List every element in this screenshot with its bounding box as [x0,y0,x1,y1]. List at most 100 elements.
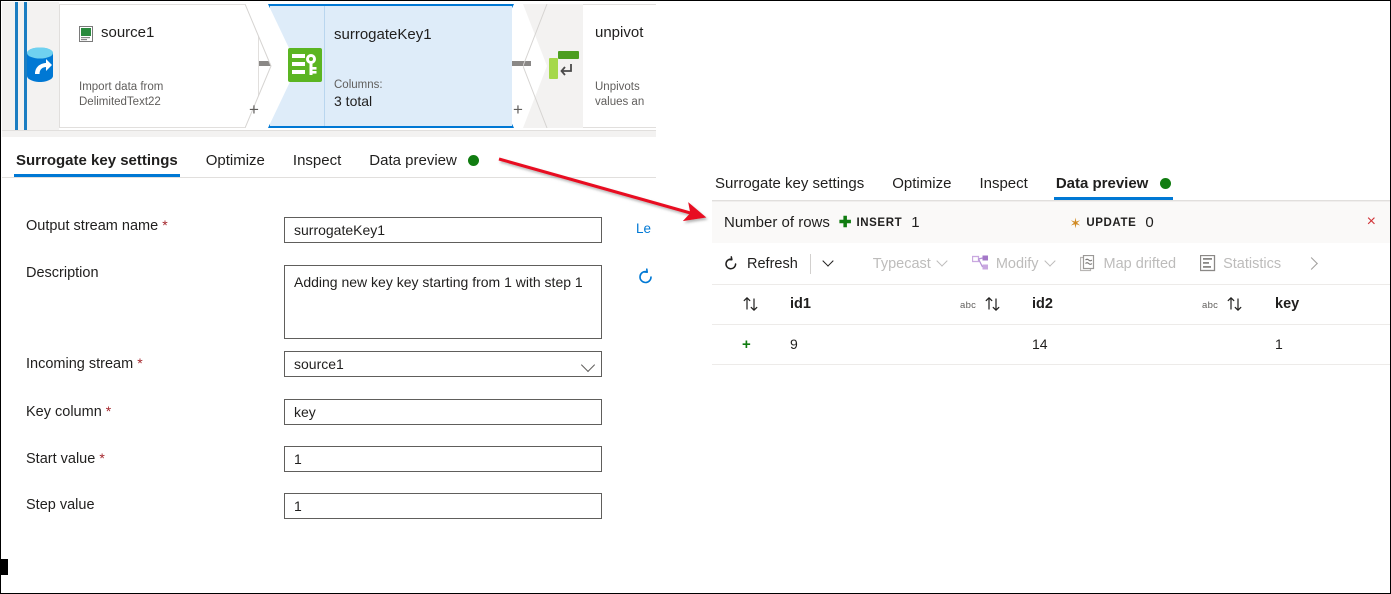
canvas-node-surrogatekey1[interactable]: surrogateKey1 Columns: 3 total + [268,4,523,128]
asterisk-icon: ✶ [1069,214,1082,231]
azure-data-factory-icon [24,46,56,84]
modify-button[interactable]: Modify [962,254,1064,272]
sort-icon[interactable] [1226,295,1244,313]
data-preview-toolbar: Refresh Typecast Modify Map drifted Stat… [712,243,1390,285]
tab-optimize[interactable]: Optimize [192,152,279,177]
node-desc-line1: Import data from [79,81,164,93]
tab-surrogate-key-settings[interactable]: Surrogate key settings [2,152,192,177]
data-preview-grid: id1 abc id2 abc key + 9 14 1 [712,285,1390,365]
toolbar-divider [809,253,811,274]
table-row[interactable]: + 9 14 1 [712,325,1390,365]
node-sub-value: 3 total [334,93,373,109]
map-drifted-button[interactable]: Map drifted [1070,254,1187,273]
incoming-stream-select[interactable] [284,351,602,377]
node-title: surrogateKey1 [334,26,432,43]
row-insert-marker: + [742,336,751,353]
add-node-button-1[interactable]: + [249,100,259,120]
map-drifted-icon [1079,254,1097,273]
label-text: Key column [26,404,102,420]
map-drifted-label: Map drifted [1103,255,1177,272]
label-text: Incoming stream [26,356,134,372]
learn-more-link[interactable]: Le [636,221,651,236]
left-tabs-divider [2,177,656,178]
modify-icon [971,255,989,272]
tab-label: Optimize [205,152,265,169]
refresh-icon[interactable] [636,267,656,287]
column-type-tag-key: abc [1202,300,1219,311]
label-output-stream-name: Output stream name * [26,217,168,234]
close-icon[interactable]: × [1367,214,1376,230]
tab-surrogate-key-settings[interactable]: Surrogate key settings [701,175,878,200]
number-of-rows-label: Number of rows [724,214,830,231]
node-title: source1 [101,24,155,41]
label-key-column: Key column * [26,403,111,420]
cell-id2: 14 [1032,336,1048,352]
required-marker: * [105,403,112,419]
toolbar-overflow-button[interactable] [1297,257,1326,270]
tab-data-preview[interactable]: Data preview [355,152,493,177]
surrogate-key-icon [288,48,322,82]
step-value-input[interactable] [284,493,602,519]
chevron-down-icon [936,254,948,267]
description-textarea[interactable] [284,265,602,339]
tab-label: Inspect [292,152,342,169]
update-count: 0 [1145,214,1154,231]
data-preview-status-dot [1159,177,1171,189]
statistics-button[interactable]: Statistics [1190,255,1291,272]
chevron-down-icon [1043,254,1056,267]
add-node-button-2[interactable]: + [513,100,523,120]
label-text: Step value [26,497,95,513]
tab-optimize[interactable]: Optimize [878,175,965,200]
sort-icon[interactable] [984,295,1002,313]
tab-label: Data preview [1055,175,1149,192]
right-panel-tabs: Surrogate key settings Optimize Inspect … [701,160,1390,200]
modify-label: Modify [995,255,1039,272]
tab-inspect[interactable]: Inspect [965,175,1041,200]
label-step-value: Step value [26,497,95,513]
insert-count: 1 [911,214,920,231]
update-badge: ✶ UPDATE 0 [1070,214,1154,231]
output-stream-name-input[interactable] [284,217,602,243]
grid-header-row: id1 abc id2 abc key [712,285,1390,325]
chevron-down-icon [822,254,834,267]
tab-label: Optimize [892,175,952,192]
tab-data-preview[interactable]: Data preview [1042,175,1185,200]
label-text: Start value [26,451,96,467]
cell-key: 1 [1275,336,1283,352]
start-value-input[interactable] [284,446,602,472]
column-header-key[interactable]: key [1275,296,1299,312]
column-header-id2[interactable]: id2 [1032,296,1053,312]
required-marker: * [162,217,168,233]
insert-badge: ✚ INSERT 1 [839,214,920,231]
tab-label: Surrogate key settings [715,175,865,192]
refresh-icon [722,255,740,273]
column-type-tag-id2: abc [960,300,977,311]
unpivot-icon [547,48,581,82]
key-column-input[interactable] [284,399,602,425]
label-start-value: Start value * [26,450,105,467]
typecast-button[interactable]: Typecast [863,254,956,272]
required-marker: * [137,355,143,371]
refresh-label: Refresh [747,255,798,272]
tab-label: Inspect [979,175,1028,192]
refresh-options-button[interactable] [813,254,843,268]
statistics-label: Statistics [1223,255,1282,272]
label-text: Output stream name [26,218,159,234]
data-preview-status-dot [468,154,479,166]
canvas-node-unpivot[interactable]: unpivot Unpivots values an [523,4,656,128]
column-header-id1[interactable]: id1 [790,296,811,312]
canvas-node-source1[interactable]: source1 Import data from DelimitedText22… [59,4,305,128]
sort-icon[interactable] [742,295,760,313]
tab-inspect[interactable]: Inspect [279,152,355,177]
insert-label: INSERT [856,216,903,229]
node-title: unpivot [595,24,644,41]
cell-id1: 9 [790,336,798,352]
number-of-rows-bar: Number of rows ✚ INSERT 1 ✶ UPDATE 0 × [712,201,1390,243]
tab-label: Surrogate key settings [16,152,178,169]
left-panel-tabs: Surrogate key settings Optimize Inspect … [2,137,656,177]
tab-label: Data preview [369,152,457,169]
node-desc-line2: values an [595,96,645,108]
delimited-text-file-icon [79,26,93,42]
panel-scroll-handle[interactable] [1,559,8,575]
refresh-button[interactable]: Refresh [712,255,808,273]
